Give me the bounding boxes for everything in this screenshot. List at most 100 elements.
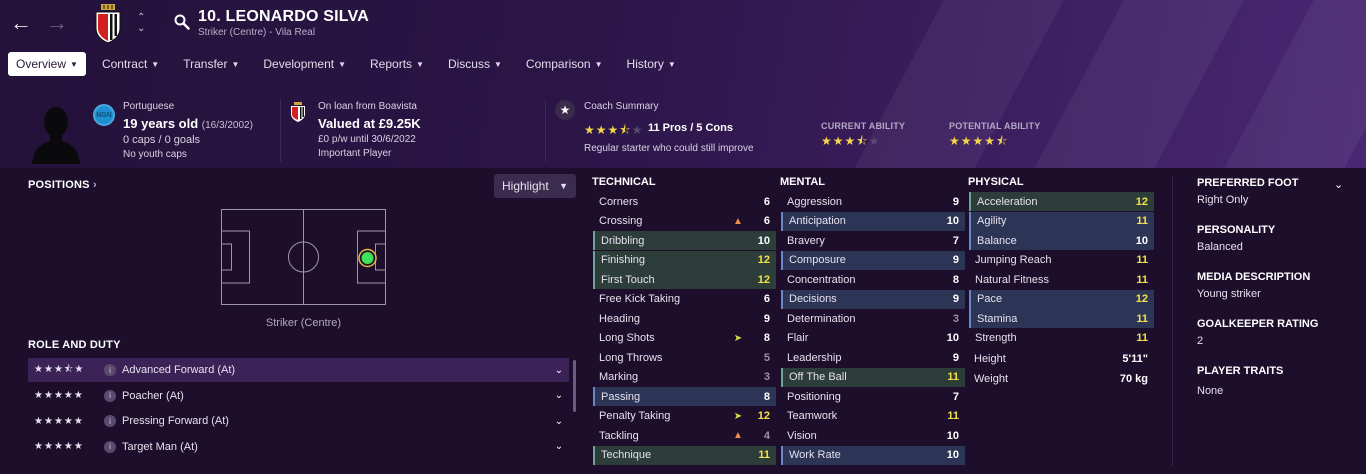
attribute-row[interactable]: Corners 6	[593, 192, 776, 211]
player-switch-updown-icon[interactable]: ⌃ ⌄	[137, 12, 145, 34]
attribute-row[interactable]: Concentration 8	[781, 270, 965, 289]
attribute-row[interactable]: Pace 12	[969, 289, 1154, 309]
divider	[280, 100, 281, 162]
role-row[interactable]: ★★★★★ i Target Man (At) ⌄	[28, 435, 569, 459]
role-row[interactable]: ★★★★★ i Pressing Forward (At) ⌄	[28, 409, 569, 433]
goalkeeper-rating-title: GOALKEEPER RATING	[1197, 318, 1319, 330]
club-crest-icon[interactable]	[93, 4, 123, 44]
attribute-value: 8	[763, 332, 770, 344]
attribute-name: Free Kick Taking	[599, 293, 681, 305]
chevron-down-icon[interactable]: ⌄	[1334, 178, 1343, 191]
attribute-row[interactable]: Stamina 11	[969, 309, 1154, 328]
back-arrow-icon[interactable]: ←	[10, 10, 32, 36]
role-row[interactable]: ★★★★★ i Poacher (At) ⌄	[28, 384, 569, 408]
mental-header: MENTAL	[780, 176, 826, 188]
attribute-row[interactable]: Anticipation 10	[781, 211, 965, 231]
tab-comparison[interactable]: Comparison ▼	[518, 52, 611, 76]
attribute-name: Tackling	[599, 429, 639, 442]
info-icon[interactable]: i	[104, 440, 116, 453]
player-subtitle[interactable]: Striker (Centre) - Vila Real	[198, 27, 315, 38]
attribute-name: Vision	[787, 429, 817, 442]
attribute-row[interactable]: Strength 11	[969, 329, 1154, 348]
attribute-row[interactable]: Balance 10	[969, 231, 1154, 250]
chevron-down-icon[interactable]: ⌄	[549, 441, 569, 452]
highlight-label: Highlight	[502, 179, 549, 193]
chevron-down-icon[interactable]: ⌄	[549, 365, 569, 376]
player-traits-title: PLAYER TRAITS	[1197, 365, 1284, 377]
loan-club-crest-icon[interactable]	[290, 102, 306, 122]
attribute-row[interactable]: Decisions 9	[781, 289, 965, 309]
attribute-value: 11	[1136, 312, 1148, 325]
chevron-down-icon[interactable]: ⌄	[549, 390, 569, 401]
loan-from[interactable]: On loan from Boavista	[318, 101, 417, 112]
preferred-foot-value: Right Only	[1197, 194, 1249, 206]
attribute-name: Teamwork	[787, 410, 838, 422]
attribute-row[interactable]: Bravery 7	[781, 231, 965, 250]
attribute-row[interactable]: Aggression 9	[781, 192, 965, 211]
tab-label: Transfer	[183, 57, 228, 71]
highlight-dropdown[interactable]: Highlight ▼	[494, 174, 576, 198]
pros-cons[interactable]: 11 Pros / 5 Cons	[648, 122, 733, 134]
role-list-scrollbar[interactable]	[573, 360, 576, 412]
attribute-value: 12	[757, 410, 770, 422]
attribute-name: Flair	[787, 332, 809, 344]
attribute-row[interactable]: First Touch 12	[593, 270, 776, 289]
attribute-row[interactable]: Work Rate 10	[781, 445, 965, 465]
weight-row: Weight 70 kg	[974, 373, 1148, 385]
info-icon[interactable]: i	[104, 415, 116, 427]
positions-title[interactable]: POSITIONS ›	[28, 179, 97, 191]
attribute-row[interactable]: Penalty Taking ➤ 12	[593, 407, 776, 426]
caps-goals: 0 caps / 0 goals	[123, 134, 201, 146]
attribute-row[interactable]: Composure 9	[781, 250, 965, 270]
attribute-row[interactable]: Agility 11	[969, 211, 1154, 231]
attribute-row[interactable]: Dribbling 10	[593, 231, 776, 250]
tab-contract[interactable]: Contract ▼	[94, 52, 167, 76]
attribute-row[interactable]: Technique 11	[593, 445, 776, 465]
right-panel-divider	[1172, 176, 1173, 466]
positions-title-text: POSITIONS	[28, 179, 90, 191]
tab-reports[interactable]: Reports ▼	[362, 52, 432, 76]
height-row: Height 5'11"	[974, 353, 1148, 365]
chevron-down-icon[interactable]: ⌄	[549, 416, 569, 427]
attribute-row[interactable]: Long Shots ➤ 8	[593, 329, 776, 348]
attribute-row[interactable]: Determination 3	[781, 309, 965, 328]
forward-arrow-icon[interactable]: →	[46, 10, 68, 36]
attribute-row[interactable]: Marking 3	[593, 368, 776, 387]
nationality[interactable]: Portuguese	[123, 101, 174, 112]
search-icon[interactable]	[174, 14, 190, 30]
attribute-row[interactable]: Crossing ▲ 6	[593, 212, 776, 231]
trend-down-icon: ▲	[733, 215, 743, 227]
attribute-row[interactable]: Long Throws 5	[593, 348, 776, 367]
attribute-row[interactable]: Positioning 7	[781, 387, 965, 406]
attribute-row[interactable]: Vision 10	[781, 426, 965, 445]
info-icon[interactable]: i	[104, 364, 116, 376]
coach-stars: ★★★⯪★	[584, 123, 644, 137]
role-row[interactable]: ★★★⯪★ i Advanced Forward (At) ⌄	[28, 358, 569, 382]
attribute-row[interactable]: Leadership 9	[781, 348, 965, 367]
attribute-row[interactable]: Flair 10	[781, 329, 965, 348]
attribute-row[interactable]: Tackling ▲ 4	[593, 426, 776, 445]
attribute-name: Acceleration	[977, 195, 1038, 208]
personality-value[interactable]: Balanced	[1197, 241, 1243, 253]
tab-overview[interactable]: Overview ▼	[8, 52, 86, 76]
attribute-row[interactable]: Teamwork 11	[781, 407, 965, 426]
info-icon[interactable]: i	[104, 389, 116, 402]
attribute-row[interactable]: Passing 8	[593, 387, 776, 406]
attribute-row[interactable]: Off The Ball 11	[781, 367, 965, 387]
attribute-row[interactable]: Natural Fitness 11	[969, 270, 1154, 289]
tab-history[interactable]: History ▼	[619, 52, 684, 76]
attribute-row[interactable]: Heading 9	[593, 309, 776, 328]
coach-summary-title[interactable]: Coach Summary	[584, 101, 658, 112]
attribute-row[interactable]: Finishing 12	[593, 250, 776, 270]
tab-transfer[interactable]: Transfer ▼	[175, 52, 247, 76]
trend-down-icon: ▲	[733, 430, 743, 441]
nation-flag-icon[interactable]: NGN	[93, 104, 115, 126]
tab-discuss[interactable]: Discuss ▼	[440, 52, 510, 76]
attribute-row[interactable]: Jumping Reach 11	[969, 251, 1154, 270]
attribute-row[interactable]: Free Kick Taking 6	[593, 290, 776, 309]
attribute-row[interactable]: Acceleration 12	[969, 192, 1154, 211]
tab-bar: Overview ▼ Contract ▼ Transfer ▼ Developmen…	[8, 52, 692, 76]
goalkeeper-rating-value: 2	[1197, 335, 1204, 347]
tab-development[interactable]: Development ▼	[255, 52, 354, 76]
attribute-value: 11	[1136, 273, 1148, 286]
